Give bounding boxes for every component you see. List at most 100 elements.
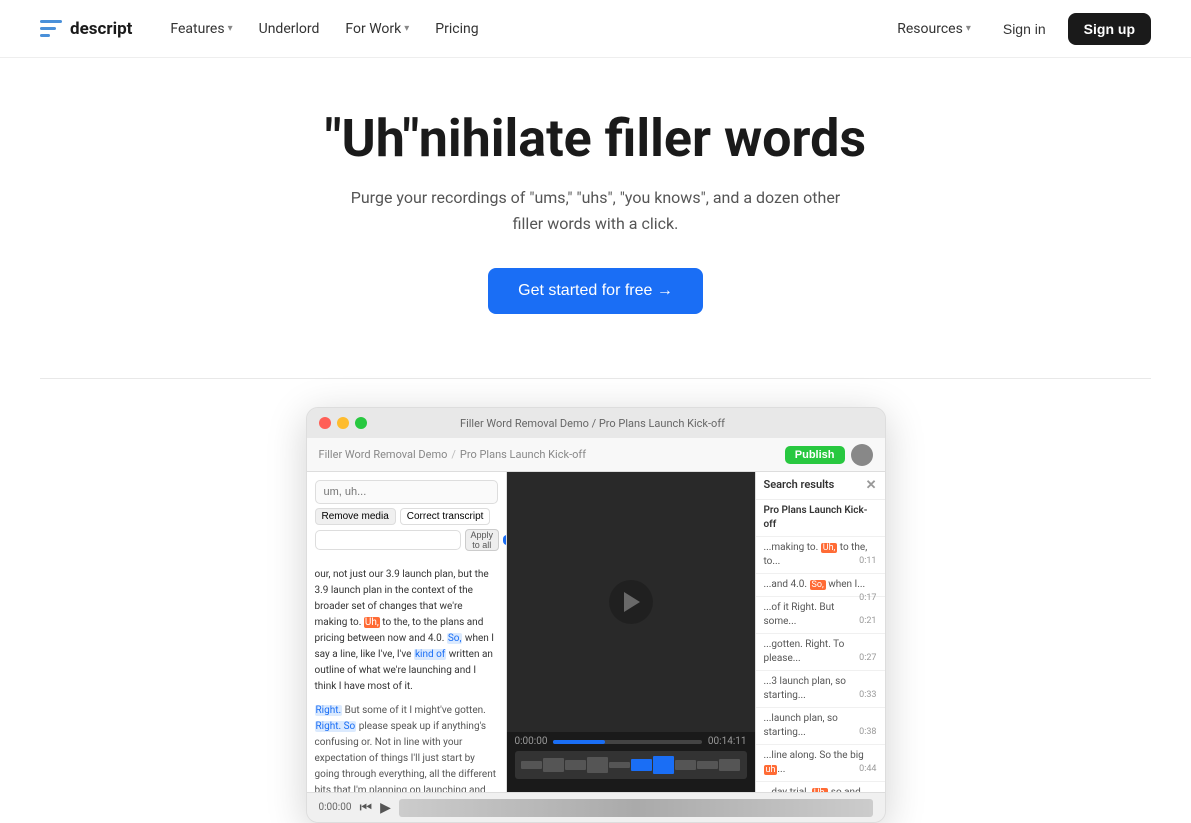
timeline-bar: 0:00:00 00:14:11 bbox=[507, 732, 755, 792]
result-item-7[interactable]: ...line along. So the big uh... 0:44 bbox=[756, 745, 885, 782]
result-text-3: ...of it Right. But some... bbox=[764, 602, 835, 627]
transcript-area: our, not just our 3.9 launch plan, but t… bbox=[307, 559, 506, 792]
filler-word-uh: Uh, bbox=[364, 617, 380, 628]
play-pause-button[interactable]: ▶ bbox=[380, 800, 391, 816]
waveform-bars bbox=[521, 755, 741, 775]
nav-pricing[interactable]: Pricing bbox=[425, 15, 488, 43]
nav-features[interactable]: Features ▾ bbox=[160, 15, 242, 43]
logo-bar-2 bbox=[40, 27, 56, 30]
filler-highlight-3: uh bbox=[764, 765, 778, 775]
filler-highlight: Uh, bbox=[821, 543, 838, 553]
app-window: Filler Word Removal Demo / Pro Plans Lau… bbox=[306, 407, 886, 823]
logo-bar-3 bbox=[40, 34, 50, 37]
signin-button[interactable]: Sign in bbox=[993, 15, 1056, 43]
window-content: Remove media Correct transcript Apply to… bbox=[307, 472, 885, 792]
right-panel-header: Search results ✕ bbox=[756, 472, 885, 500]
chevron-down-icon: ▾ bbox=[228, 23, 233, 34]
nav-right: Resources ▾ Sign in Sign up bbox=[887, 13, 1151, 45]
publish-button[interactable]: Publish bbox=[785, 446, 845, 464]
window-titlebar: Filler Word Removal Demo / Pro Plans Lau… bbox=[307, 408, 885, 438]
result-text-0: Pro Plans Launch Kick-off bbox=[764, 505, 868, 530]
bottom-waveform[interactable] bbox=[399, 799, 873, 817]
middle-panel: 0:00:00 00:14:11 bbox=[507, 472, 755, 792]
result-text-1: ...making to. Uh, to the, to... bbox=[764, 542, 868, 567]
progress-bar[interactable] bbox=[553, 740, 701, 744]
nav-for-work[interactable]: For Work ▾ bbox=[335, 15, 419, 43]
transcript-text-2: Right. But some of it I might've gotten.… bbox=[315, 703, 498, 792]
filler-word-right-2: Right. So bbox=[315, 721, 357, 732]
timestamp-6: 0:38 bbox=[859, 726, 876, 739]
results-title: Search results bbox=[764, 478, 835, 493]
chevron-down-icon-2: ▾ bbox=[404, 23, 409, 34]
hero-title: "Uh"nihilate filler words bbox=[20, 110, 1171, 167]
logo-text: descript bbox=[70, 19, 132, 39]
result-text-2: ...and 4.0. So, when I... bbox=[764, 579, 866, 590]
transcript-text: our, not just our 3.9 launch plan, but t… bbox=[315, 567, 498, 695]
chevron-down-icon-3: ▾ bbox=[966, 23, 971, 34]
result-text-8: ...day trial. Uh, so and this... bbox=[764, 787, 861, 792]
result-item-0[interactable]: Pro Plans Launch Kick-off bbox=[756, 500, 885, 537]
window-toolbar: Filler Word Removal Demo / Pro Plans Lau… bbox=[307, 438, 885, 472]
apply-to-all-button[interactable]: Apply to all bbox=[465, 529, 500, 551]
tab-remove-media[interactable]: Remove media bbox=[315, 508, 396, 525]
filler-word-right: Right. bbox=[315, 705, 343, 716]
timestamp-4: 0:27 bbox=[859, 652, 876, 665]
filler-highlight-4: Uh, bbox=[812, 788, 829, 792]
waveform bbox=[515, 751, 747, 779]
result-item-2[interactable]: ...and 4.0. So, when I... 0:17 bbox=[756, 574, 885, 597]
tab-correct-transcript[interactable]: Correct transcript bbox=[400, 508, 491, 525]
left-panel: Remove media Correct transcript Apply to… bbox=[307, 472, 507, 792]
time-display: 0:00:00 bbox=[515, 736, 548, 747]
timeline-controls: 0:00:00 00:14:11 bbox=[515, 736, 747, 747]
right-panel: Search results ✕ Pro Plans Launch Kick-o… bbox=[755, 472, 885, 792]
bottom-time: 0:00:00 bbox=[319, 802, 352, 813]
breadcrumb-root: Filler Word Removal Demo bbox=[319, 448, 448, 461]
timestamp-2: 0:17 bbox=[859, 592, 876, 605]
result-item-1[interactable]: ...making to. Uh, to the, to... 0:11 bbox=[756, 537, 885, 574]
filler-word-kind: kind of bbox=[414, 649, 446, 660]
result-text-6: ...launch plan, so starting... bbox=[764, 713, 838, 738]
signup-button[interactable]: Sign up bbox=[1068, 13, 1151, 45]
rewind-button[interactable]: ⏮ bbox=[359, 800, 372, 816]
breadcrumb-current: Pro Plans Launch Kick-off bbox=[460, 448, 586, 461]
logo[interactable]: descript bbox=[40, 18, 132, 40]
result-item-8[interactable]: ...day trial. Uh, so and this... 0:49 bbox=[756, 782, 885, 792]
cta-button[interactable]: Get started for free → bbox=[488, 268, 703, 314]
result-item-6[interactable]: ...launch plan, so starting... 0:38 bbox=[756, 708, 885, 745]
timestamp-1: 0:11 bbox=[859, 555, 876, 568]
avatar bbox=[851, 444, 873, 466]
nav-links: Features ▾ Underlord For Work ▾ Pricing bbox=[160, 15, 488, 43]
screenshot-container: Filler Word Removal Demo / Pro Plans Lau… bbox=[0, 379, 1191, 823]
nav-resources[interactable]: Resources ▾ bbox=[887, 15, 981, 43]
result-text-7: ...line along. So the big uh... bbox=[764, 750, 864, 775]
time-end: 00:14:11 bbox=[708, 736, 747, 747]
result-item-4[interactable]: ...gotten. Right. To please... 0:27 bbox=[756, 634, 885, 671]
bottom-controls: 0:00:00 ⏮ ▶ bbox=[307, 792, 885, 822]
breadcrumb-sep: / bbox=[451, 448, 456, 461]
timestamp-7: 0:44 bbox=[859, 763, 876, 776]
timestamp-5: 0:33 bbox=[859, 689, 876, 702]
video-area bbox=[507, 472, 755, 732]
nav-underlord[interactable]: Underlord bbox=[249, 15, 330, 43]
navbar: descript Features ▾ Underlord For Work ▾… bbox=[0, 0, 1191, 58]
toolbar-right: Publish bbox=[785, 444, 873, 466]
result-text-5: ...3 launch plan, so starting... bbox=[764, 676, 846, 701]
filler-highlight-2: So, bbox=[810, 580, 826, 590]
progress-fill bbox=[553, 740, 605, 744]
hero-subtitle: Purge your recordings of "ums," "uhs", "… bbox=[336, 185, 856, 236]
replace-input[interactable] bbox=[315, 530, 461, 550]
timestamp-3: 0:21 bbox=[859, 615, 876, 628]
breadcrumb: Filler Word Removal Demo / Pro Plans Lau… bbox=[319, 448, 587, 461]
search-area: Remove media Correct transcript Apply to… bbox=[307, 472, 506, 559]
logo-bar-1 bbox=[40, 20, 62, 23]
result-item-5[interactable]: ...3 launch plan, so starting... 0:33 bbox=[756, 671, 885, 708]
search-input[interactable] bbox=[315, 480, 498, 504]
results-list: Pro Plans Launch Kick-off ...making to. … bbox=[756, 500, 885, 792]
video-overlay bbox=[507, 472, 755, 732]
logo-icon bbox=[40, 18, 62, 40]
hero-section: "Uh"nihilate filler words Purge your rec… bbox=[0, 58, 1191, 342]
filler-word-so: So, bbox=[447, 633, 463, 644]
window-title: Filler Word Removal Demo / Pro Plans Lau… bbox=[313, 417, 873, 430]
close-results-icon[interactable]: ✕ bbox=[866, 478, 877, 493]
result-text-4: ...gotten. Right. To please... bbox=[764, 639, 845, 664]
